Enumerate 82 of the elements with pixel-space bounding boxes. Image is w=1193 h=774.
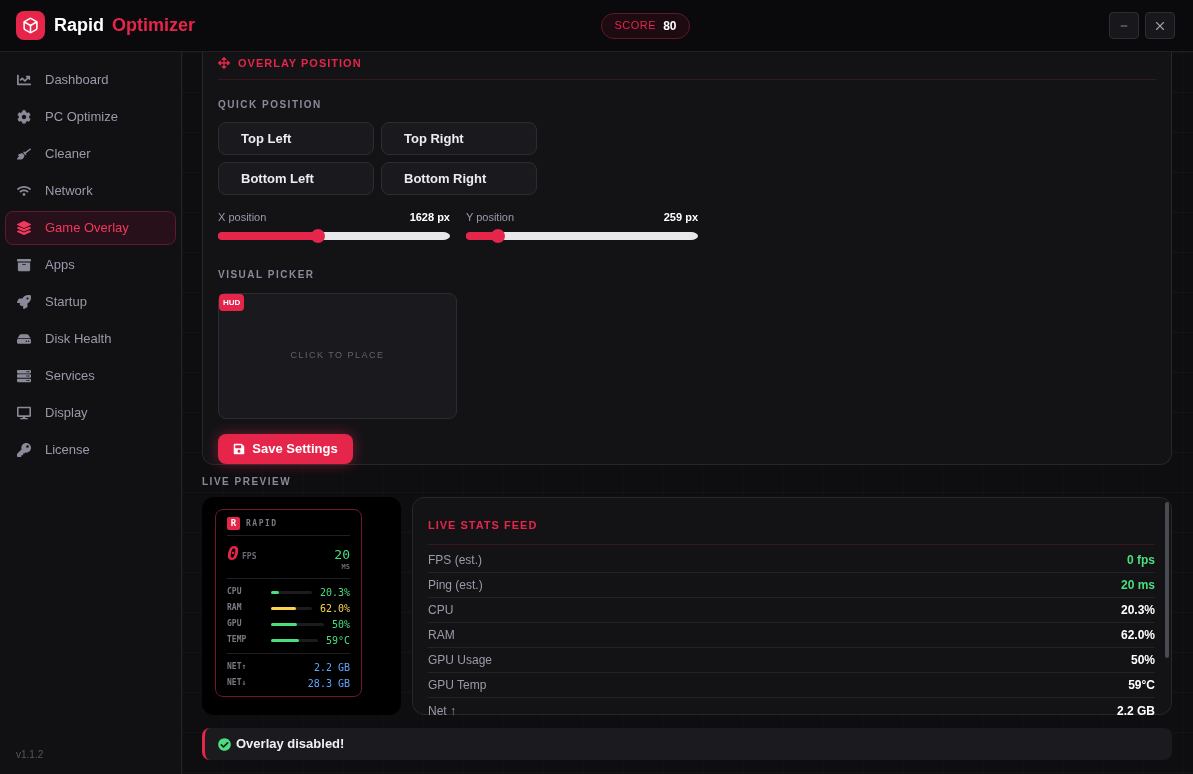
sidebar-item[interactable]: Dashboard: [5, 63, 176, 97]
section-label: LIVE PREVIEW: [202, 476, 292, 488]
score-badge: SCORE 80: [601, 12, 690, 39]
version-label: v1.1.2: [15, 748, 45, 762]
stat-label: Ping (est.): [428, 577, 483, 594]
slider-thumb[interactable]: [310, 229, 325, 243]
position-slider[interactable]: [218, 229, 450, 243]
sidebar-item[interactable]: Cleaner: [5, 137, 176, 171]
stat-value: 20 ms: [1120, 577, 1155, 594]
stat-value: 59°C: [1128, 677, 1155, 694]
stat-label: GPU Usage: [428, 652, 493, 669]
card-title: OVERLAY POSITION: [238, 56, 362, 70]
stat-label: GPU Temp: [428, 677, 487, 694]
sidebar-item[interactable]: Startup: [5, 285, 176, 319]
stat-label: RAM: [428, 627, 455, 644]
stat-value: 2.2 GB: [1117, 702, 1155, 720]
archive-box-icon: [17, 258, 31, 272]
position-button[interactable]: Top Left: [218, 122, 374, 155]
gear-icon: [17, 110, 31, 124]
stat-value: 20.3%: [1120, 602, 1155, 619]
scrollbar-thumb[interactable]: [1165, 502, 1169, 658]
wifi-icon: [17, 184, 31, 198]
stat-label: FPS (est.): [428, 552, 482, 569]
section-label: VISUAL PICKER: [218, 269, 315, 280]
sidebar-item[interactable]: Disk Health: [5, 322, 176, 356]
hud-meter-reading: 59°C: [325, 633, 350, 648]
slider-label: Y position: [466, 209, 515, 225]
visual-picker-area[interactable]: HUD CLICK TO PLACE: [218, 293, 457, 419]
sidebar-item[interactable]: Display: [5, 396, 176, 430]
slider-reading: 1628 px: [409, 209, 450, 225]
hud-meter-reading: 50%: [331, 617, 350, 632]
move-icon: [218, 57, 230, 69]
position-slider[interactable]: [466, 229, 698, 243]
app-name-accent: Optimizer: [112, 14, 196, 37]
slider-label: X position: [218, 209, 267, 225]
chart-line-icon: [17, 73, 31, 87]
hud-net-reading: 2.2 GB: [313, 660, 350, 675]
stat-value: 0 fps: [1127, 552, 1155, 569]
hud-ping-value: 20: [334, 548, 350, 562]
stat-label: CPU: [428, 602, 454, 619]
hud-fps-unit: FPS: [242, 551, 257, 563]
hud-meter-label: GPU: [227, 618, 243, 630]
sidebar-item[interactable]: Services: [5, 359, 176, 393]
key-icon: [17, 443, 31, 457]
app-name: Rapid: [54, 14, 104, 37]
position-button[interactable]: Bottom Right: [381, 162, 537, 195]
hard-drive-icon: [17, 332, 31, 346]
position-button[interactable]: Top Right: [381, 122, 537, 155]
toast-message: Overlay disabled!: [236, 735, 345, 754]
hud-net-reading: 28.3 GB: [307, 676, 350, 691]
sidebar-item[interactable]: PC Optimize: [5, 100, 176, 134]
card-title: LIVE STATS FEED: [428, 519, 538, 531]
layers-icon: [17, 221, 31, 235]
server-icon: [17, 369, 31, 383]
stat-label: Net ↑: [428, 702, 456, 720]
hud-brand: RAPID: [246, 517, 278, 530]
picker-hint: CLICK TO PLACE: [290, 349, 385, 363]
sidebar-item[interactable]: Network: [5, 174, 176, 208]
hud-logo: R: [227, 517, 240, 530]
sidebar-item[interactable]: Apps: [5, 248, 176, 282]
slider-reading: 259 px: [663, 209, 698, 225]
hud-fps-value: 0: [227, 543, 240, 563]
hud-badge: HUD: [219, 294, 245, 311]
hud-net-label: NET↓: [227, 677, 247, 689]
slider-thumb[interactable]: [491, 229, 506, 243]
save-settings-button[interactable]: Save Settings: [218, 433, 353, 464]
sidebar-item[interactable]: License: [5, 433, 176, 467]
hud-net-label: NET↑: [227, 661, 247, 673]
broom-icon: [17, 147, 31, 161]
position-button[interactable]: Bottom Left: [218, 162, 374, 195]
sidebar-item[interactable]: Game Overlay: [5, 211, 176, 245]
hud-meter-reading: 20.3%: [319, 585, 350, 600]
cube-logo-icon: [16, 11, 45, 40]
stat-value: 50%: [1130, 652, 1155, 669]
rocket-icon: [17, 295, 31, 309]
hud-meter-reading: 62.0%: [319, 601, 350, 616]
hud-meter-label: RAM: [227, 602, 243, 614]
hud-meter-label: CPU: [227, 586, 243, 598]
section-label: QUICK POSITION: [218, 99, 322, 110]
monitor-icon: [17, 406, 31, 420]
hud-meter-label: TEMP: [227, 634, 248, 646]
stat-value: 62.0%: [1120, 627, 1155, 644]
